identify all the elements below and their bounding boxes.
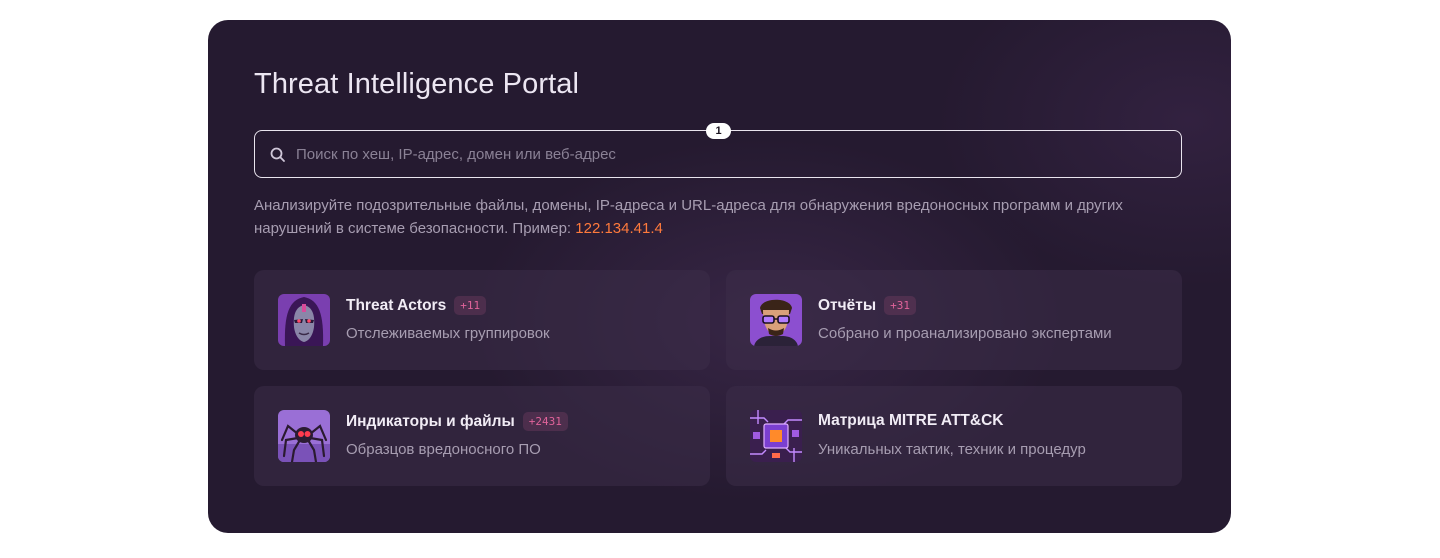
card-reports[interactable]: Отчёты +31 Собрано и проанализировано эк… <box>726 270 1182 370</box>
hooded-hacker-icon <box>278 294 330 346</box>
card-subtitle: Отслеживаемых группировок <box>346 325 550 342</box>
circuit-chip-icon <box>750 410 802 462</box>
card-title: Отчёты <box>818 296 877 314</box>
example-ip-link[interactable]: 122.134.41.4 <box>575 220 663 237</box>
card-indicators[interactable]: Индикаторы и файлы +2431 Образцов вредон… <box>254 386 710 486</box>
count-badge: +2431 <box>522 412 568 431</box>
search-icon <box>270 147 285 162</box>
analyst-portrait-icon <box>750 294 802 346</box>
page-title: Threat Intelligence Portal <box>254 68 579 100</box>
search-description: Анализируйте подозрительные файлы, домен… <box>254 194 1184 240</box>
count-badge: +31 <box>884 296 916 315</box>
card-subtitle: Собрано и проанализировано экспертами <box>818 325 1112 342</box>
card-mitre-matrix[interactable]: Матрица MITRE ATT&CK Уникальных тактик, … <box>726 386 1182 486</box>
card-subtitle: Образцов вредоносного ПО <box>346 441 541 458</box>
threat-intel-panel: Threat Intelligence Portal 1 Анализируйт… <box>208 20 1231 533</box>
card-title: Индикаторы и файлы <box>346 412 515 430</box>
count-badge: +11 <box>454 296 487 315</box>
card-title: Threat Actors <box>346 296 447 314</box>
spider-bot-icon <box>278 410 330 462</box>
card-threat-actors[interactable]: Threat Actors +11 Отслеживаемых группиро… <box>254 270 710 370</box>
description-text: Анализируйте подозрительные файлы, домен… <box>254 197 1123 237</box>
card-title: Матрица MITRE ATT&CK <box>818 412 1004 429</box>
card-subtitle: Уникальных тактик, техник и процедур <box>818 441 1086 458</box>
step-badge: 1 <box>706 123 731 139</box>
search-box[interactable]: 1 <box>254 123 1182 178</box>
